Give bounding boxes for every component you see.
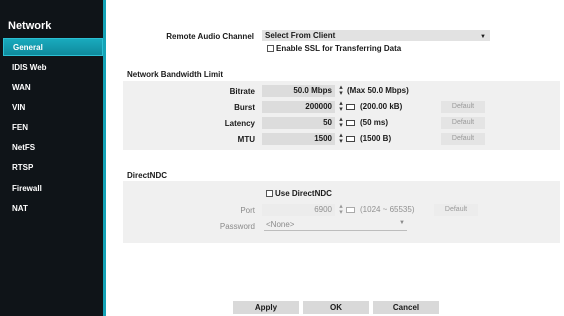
port-input[interactable]: 6900 <box>262 204 335 216</box>
use-directndc-checkbox[interactable]: Use DirectNDC <box>266 189 332 199</box>
port-label: Port <box>240 206 255 215</box>
apply-button[interactable]: Apply <box>233 301 299 314</box>
enable-ssl-checkbox[interactable]: Enable SSL for Transferring Data <box>267 44 401 54</box>
latency-input[interactable]: 50 <box>262 117 335 129</box>
latency-default-button[interactable]: Default <box>441 117 485 129</box>
sidebar-item-nat[interactable]: NAT <box>3 200 103 218</box>
keyboard-icon[interactable] <box>346 104 355 110</box>
burst-note: (200.00 kB) <box>360 102 403 111</box>
password-select[interactable]: <None> ▼ <box>264 219 407 231</box>
main-panel: Remote Audio Channel Select From Client … <box>109 0 564 316</box>
ok-button[interactable]: OK <box>303 301 369 314</box>
sidebar-item-fen[interactable]: FEN <box>3 119 103 137</box>
sidebar-title: Network <box>8 20 52 32</box>
mtu-default-button[interactable]: Default <box>441 133 485 145</box>
sidebar-item-firewall[interactable]: Firewall <box>3 180 103 198</box>
burst-input[interactable]: 200000 <box>262 101 335 113</box>
mtu-note: (1500 B) <box>360 134 392 143</box>
latency-spin-arrows[interactable]: ▴ ▾ <box>338 116 344 129</box>
burst-label: Burst <box>234 103 255 112</box>
sidebar-item-idis-web[interactable]: IDIS Web <box>3 59 103 77</box>
password-label: Password <box>219 222 255 231</box>
burst-default-button[interactable]: Default <box>441 101 485 113</box>
chevron-down-icon: ▼ <box>399 220 405 226</box>
bitrate-note: (Max 50.0 Mbps) <box>347 86 409 95</box>
sidebar-item-vin[interactable]: VIN <box>3 99 103 117</box>
bandwidth-section-title: Network Bandwidth Limit <box>127 70 223 79</box>
sidebar-item-wan[interactable]: WAN <box>3 79 103 97</box>
checkbox-box <box>267 45 274 52</box>
sidebar-item-netfs[interactable]: NetFS <box>3 139 103 157</box>
mtu-spin-arrows[interactable]: ▴ ▾ <box>338 132 344 145</box>
sidebar-item-general[interactable]: General <box>3 38 103 56</box>
mtu-input[interactable]: 1500 <box>262 133 335 145</box>
port-default-button[interactable]: Default <box>434 204 478 216</box>
keyboard-icon[interactable] <box>346 136 355 142</box>
port-range-note: (1024 ~ 65535) <box>360 205 415 214</box>
bitrate-label: Bitrate <box>229 87 255 96</box>
latency-note: (50 ms) <box>360 118 389 127</box>
use-directndc-label: Use DirectNDC <box>275 189 332 198</box>
chevron-down-icon: ▼ <box>480 34 486 40</box>
directndc-section-title: DirectNDC <box>127 171 168 180</box>
keyboard-icon[interactable] <box>346 207 355 213</box>
password-value: <None> <box>266 220 295 229</box>
port-spin-arrows[interactable]: ▴ ▾ <box>338 203 344 216</box>
remote-audio-channel-select[interactable]: Select From Client ▼ <box>262 30 490 41</box>
sidebar-item-rtsp[interactable]: RTSP <box>3 159 103 177</box>
cancel-button[interactable]: Cancel <box>373 301 439 314</box>
mtu-label: MTU <box>237 135 255 144</box>
sidebar: Network General IDIS Web WAN VIN FEN Net… <box>0 0 106 316</box>
enable-ssl-label: Enable SSL for Transferring Data <box>276 44 402 53</box>
checkbox-box <box>266 190 273 197</box>
latency-label: Latency <box>224 119 255 128</box>
bitrate-spin-arrows[interactable]: ▴ ▾ <box>338 84 344 97</box>
remote-audio-channel-value: Select From Client <box>265 31 336 40</box>
bitrate-input[interactable]: 50.0 Mbps <box>262 85 335 97</box>
keyboard-icon[interactable] <box>346 120 355 126</box>
remote-audio-channel-label: Remote Audio Channel <box>166 32 254 41</box>
burst-spin-arrows[interactable]: ▴ ▾ <box>338 100 344 113</box>
